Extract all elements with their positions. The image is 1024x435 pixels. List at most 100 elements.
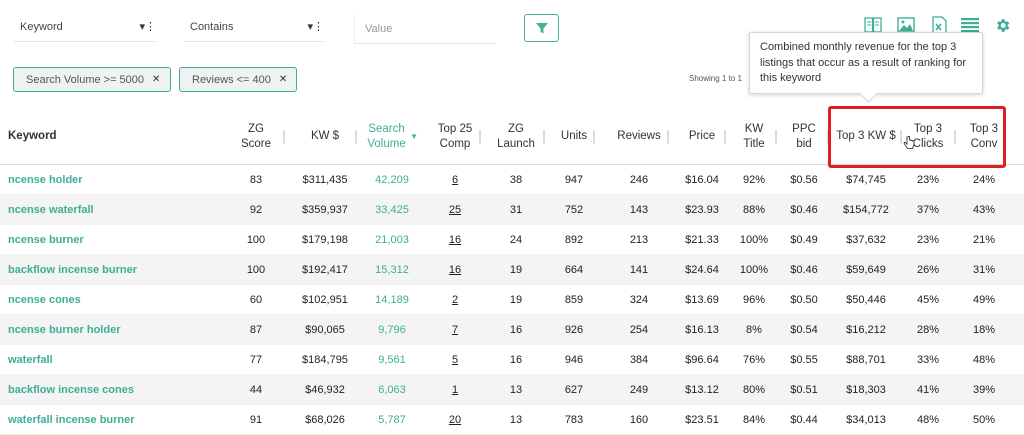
table-cell-zg-score: 77 <box>249 354 263 366</box>
table-cell-ppc-bid: $0.49 <box>790 234 818 246</box>
sort-handle-icon[interactable] <box>900 108 902 165</box>
sort-handle-icon[interactable] <box>775 108 777 165</box>
sort-handle-icon[interactable] <box>283 108 285 165</box>
operator-select[interactable]: Contains ▾⋮ <box>184 14 324 42</box>
comp-link[interactable]: 5 <box>432 345 478 375</box>
column-tooltip: Combined monthly revenue for the top 3 l… <box>749 32 983 94</box>
sort-handle-bar <box>900 129 902 144</box>
comp-link[interactable]: 20 <box>432 405 478 435</box>
comp-link[interactable]: 1 <box>432 375 478 405</box>
field-select[interactable]: Keyword ▾⋮ <box>14 14 156 42</box>
table-cell-top3-kw: $37,632 <box>846 234 886 246</box>
column-header-kw-dollar[interactable]: KW $ <box>296 108 354 165</box>
keyword-link[interactable]: backflow incense burner <box>8 255 188 285</box>
keyword-link[interactable]: waterfall incense burner <box>8 405 188 435</box>
active-filter-chip[interactable]: Reviews <= 400 ✕ <box>179 67 297 92</box>
active-filter-chip[interactable]: Search Volume >= 5000 ✕ <box>13 67 171 92</box>
hand-cursor-icon <box>903 136 915 149</box>
table-cell-top3-clicks: 41% <box>916 384 940 396</box>
column-header-units[interactable]: Units <box>554 108 594 165</box>
column-header-zg-launch[interactable]: ZG Launch <box>490 108 542 165</box>
table-cell-units: 926 <box>564 324 584 336</box>
sort-desc-icon[interactable]: ▼ <box>410 129 418 144</box>
table-cell-kw-title: 76% <box>742 354 766 366</box>
sort-handle-icon[interactable] <box>827 108 829 165</box>
table-row[interactable]: waterfall 77 $184,795 9,561 5 16 946 384 $96.64 7… <box>0 345 1024 375</box>
column-header-zg-score[interactable]: ZG Score <box>236 108 276 165</box>
table-cell-ppc-bid: $0.46 <box>790 204 818 216</box>
table-cell-ppc-bid: $0.46 <box>790 264 818 276</box>
column-header-top3-conv[interactable]: Top 3 Conv <box>964 108 1004 165</box>
keyword-link[interactable]: backflow incense cones <box>8 375 188 405</box>
table-cell-zg-launch: 38 <box>509 174 523 186</box>
column-header-label: KW Title <box>743 122 765 150</box>
table-cell-kw-dollar: $46,932 <box>305 384 345 396</box>
table-row[interactable]: ncense burner 100 $179,198 21,003 16 24 892 213… <box>0 225 1024 255</box>
sort-handle-bar <box>593 129 595 144</box>
column-header-ppc-bid[interactable]: PPC bid <box>783 108 825 165</box>
value-input[interactable] <box>354 14 496 44</box>
table-row[interactable]: ncense waterfall 92 $359,937 33,425 25 31 752 1… <box>0 195 1024 225</box>
sort-handle-icon[interactable] <box>724 108 726 165</box>
comp-link[interactable]: 16 <box>432 225 478 255</box>
filter-chip-label: Search Volume >= 5000 <box>26 73 145 86</box>
table-cell-price: $21.33 <box>685 234 719 246</box>
comp-link[interactable]: 25 <box>432 195 478 225</box>
comp-link[interactable]: 16 <box>432 255 478 285</box>
table-row[interactable]: backflow incense burner 100 $192,417 15,312… <box>0 255 1024 285</box>
column-header-reviews[interactable]: Reviews <box>608 108 670 165</box>
table-row[interactable]: ncense burner holder 87 $90,065 9,796 7 16 926… <box>0 315 1024 345</box>
column-header-label: PPC bid <box>792 122 816 150</box>
table-row[interactable]: ncense cones 60 $102,951 14,189 2 19 859 324 $13… <box>0 285 1024 315</box>
table-cell-kw-title: 100% <box>739 234 769 246</box>
sort-handle-bar <box>355 129 357 144</box>
table-cell-top3-clicks: 23% <box>916 234 940 246</box>
table-row[interactable]: backflow incense cones 44 $46,932 6,063 1 13 6… <box>0 375 1024 405</box>
apply-filter-button[interactable] <box>524 14 559 42</box>
gear-icon[interactable] <box>993 16 1011 34</box>
sort-handle-icon[interactable] <box>954 108 956 165</box>
sort-handle-icon[interactable] <box>667 108 669 165</box>
table-cell-kw-title: 8% <box>746 324 762 336</box>
table-cell-zg-launch: 13 <box>509 414 523 426</box>
table-cell-top3-clicks: 23% <box>916 174 940 186</box>
keyword-link[interactable]: ncense cones <box>8 285 188 315</box>
table-cell-kw-title: 84% <box>742 414 766 426</box>
sort-handle-bar <box>775 129 777 144</box>
comp-link[interactable]: 2 <box>432 285 478 315</box>
comp-link[interactable]: 7 <box>432 315 478 345</box>
column-header-search-volume[interactable]: Search Volume ▼ <box>366 108 418 165</box>
keyword-link[interactable]: ncense waterfall <box>8 195 188 225</box>
table-cell-top3-kw: $16,212 <box>846 324 886 336</box>
table-cell-kw-dollar: $68,026 <box>305 414 345 426</box>
column-header-price[interactable]: Price <box>678 108 726 165</box>
keyword-link[interactable]: ncense burner <box>8 225 188 255</box>
column-header-top3-kw[interactable]: Top 3 KW $ <box>832 108 900 165</box>
table-row[interactable]: waterfall incense burner 91 $68,026 5,787 20… <box>0 405 1024 435</box>
table-cell-units: 627 <box>564 384 584 396</box>
column-header-keyword[interactable]: Keyword <box>8 108 188 165</box>
table-cell-zg-score: 100 <box>246 234 266 246</box>
table-cell-ppc-bid: $0.44 <box>790 414 818 426</box>
sort-handle-icon[interactable] <box>543 108 545 165</box>
comp-link[interactable]: 6 <box>432 165 478 195</box>
table-cell-top3-conv: 43% <box>972 204 996 216</box>
table-cell-price: $23.51 <box>685 414 719 426</box>
keyword-link[interactable]: ncense holder <box>8 165 188 195</box>
table-row[interactable]: ncense holder 83 $311,435 42,209 6 38 947 246 $1… <box>0 165 1024 195</box>
column-header-kw-title[interactable]: KW Title <box>733 108 775 165</box>
keyword-link[interactable]: ncense burner holder <box>8 315 188 345</box>
table-cell-search-volume: 9,561 <box>378 354 406 366</box>
column-header-top25-comp[interactable]: Top 25 Comp <box>432 108 478 165</box>
table-cell-search-volume: 21,003 <box>375 234 409 246</box>
table-cell-search-volume: 42,209 <box>375 174 409 186</box>
table-cell-reviews: 213 <box>629 234 649 246</box>
sort-handle-icon[interactable] <box>479 108 481 165</box>
close-icon[interactable]: ✕ <box>279 74 287 85</box>
close-icon[interactable]: ✕ <box>152 74 160 85</box>
table-cell-kw-title: 92% <box>742 174 766 186</box>
sort-handle-icon[interactable] <box>593 108 595 165</box>
table-header: Keyword ZG Score KW $ Search Volume ▼ Top 25 … <box>0 108 1024 165</box>
sort-handle-icon[interactable] <box>355 108 357 165</box>
keyword-link[interactable]: waterfall <box>8 345 188 375</box>
